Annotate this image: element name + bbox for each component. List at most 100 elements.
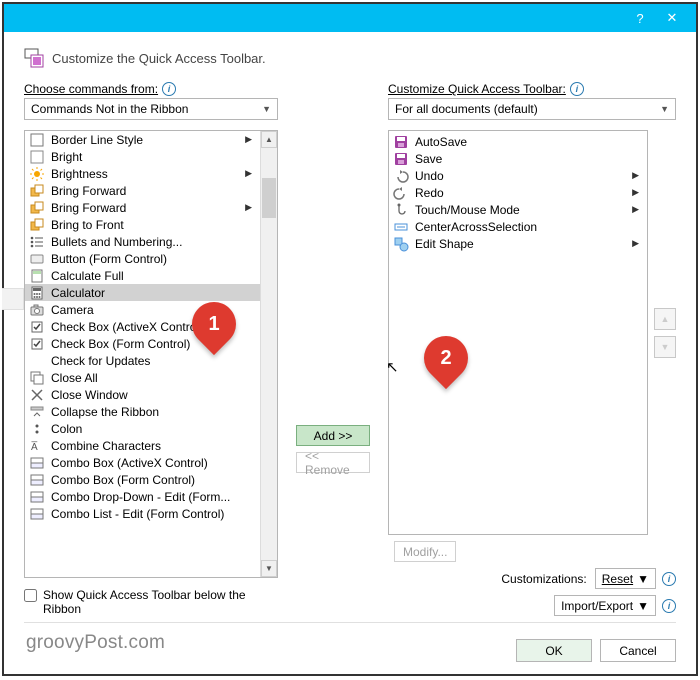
command-icon — [29, 268, 45, 284]
command-icon — [29, 404, 45, 420]
list-item[interactable]: Collapse the Ribbon — [25, 403, 260, 420]
svg-text:A̅: A̅ — [31, 441, 38, 453]
watermark: groovyPost.com — [26, 632, 165, 654]
show-below-checkbox-input[interactable] — [24, 589, 37, 602]
cancel-button[interactable]: Cancel — [600, 639, 676, 662]
info-icon[interactable]: i — [162, 82, 176, 96]
submenu-icon: ▶ — [632, 170, 643, 181]
command-icon — [393, 168, 409, 184]
list-item-label: Bright — [51, 150, 82, 164]
command-icon — [29, 370, 45, 386]
list-item-label: Close All — [51, 371, 98, 385]
scroll-down-icon[interactable]: ▼ — [261, 560, 277, 577]
list-item[interactable]: Brightness ▶ — [25, 165, 260, 182]
list-item-label: Redo — [415, 186, 444, 200]
command-icon — [29, 319, 45, 335]
command-icon — [29, 183, 45, 199]
command-icon — [29, 149, 45, 165]
list-item[interactable]: Combo Box (Form Control) — [25, 471, 260, 488]
cursor-icon: ↖ — [386, 358, 399, 376]
list-item[interactable]: AutoSave — [389, 133, 647, 150]
left-column: Choose commands from: i Commands Not in … — [24, 82, 278, 616]
list-item[interactable]: Bright — [25, 148, 260, 165]
info-icon[interactable]: i — [570, 82, 584, 96]
list-item[interactable]: Calculate Full — [25, 267, 260, 284]
commands-from-dropdown[interactable]: Commands Not in the Ribbon ▼ — [24, 98, 278, 120]
command-icon — [29, 506, 45, 522]
list-item[interactable]: Touch/Mouse Mode▶ — [389, 201, 647, 218]
reset-dropdown[interactable]: Reset ▼ — [595, 568, 656, 589]
list-item[interactable]: Combo Drop-Down - Edit (Form... — [25, 488, 260, 505]
list-item[interactable]: Save — [389, 150, 647, 167]
submenu-icon: ▶ — [245, 134, 256, 145]
list-item[interactable]: Check for Updates — [25, 352, 260, 369]
choose-commands-label: Choose commands from: — [24, 82, 158, 96]
command-icon — [29, 336, 45, 352]
list-item-label: Bring Forward — [51, 184, 126, 198]
submenu-icon: ▶ — [245, 168, 256, 179]
command-icon — [29, 489, 45, 505]
command-icon — [29, 132, 45, 148]
customize-qat-label: Customize Quick Access Toolbar: — [388, 82, 566, 96]
list-item[interactable]: Button (Form Control) — [25, 250, 260, 267]
commands-listbox[interactable]: Border Line Style▶ Bright Brightness ▶ Bring… — [24, 130, 278, 578]
chevron-down-icon: ▼ — [637, 572, 649, 586]
command-icon: A̅ — [29, 438, 45, 454]
list-item[interactable]: Edit Shape▶ — [389, 235, 647, 252]
dialog-header: Customize the Quick Access Toolbar. — [24, 48, 676, 68]
close-button[interactable]: ✕ — [656, 4, 688, 32]
list-item[interactable]: Combo List - Edit (Form Control) — [25, 505, 260, 522]
list-item[interactable]: Bullets and Numbering... — [25, 233, 260, 250]
scrollbar[interactable]: ▲ ▼ — [260, 131, 277, 577]
list-item[interactable]: Bring Forward — [25, 182, 260, 199]
add-button-label: Add >> — [314, 429, 353, 443]
titlebar: ? ✕ — [4, 4, 696, 32]
qat-icon — [24, 48, 44, 68]
list-item[interactable]: Colon — [25, 420, 260, 437]
command-icon — [29, 234, 45, 250]
move-up-button: ▲ — [654, 308, 676, 330]
command-icon — [29, 251, 45, 267]
scroll-up-icon[interactable]: ▲ — [261, 131, 277, 148]
dialog-body: Customize the Quick Access Toolbar. Choo… — [4, 32, 696, 674]
show-below-ribbon-checkbox[interactable]: Show Quick Access Toolbar below the Ribb… — [24, 588, 254, 616]
list-item-label: Combo Drop-Down - Edit (Form... — [51, 490, 230, 504]
add-button[interactable]: Add >> — [296, 425, 370, 446]
modify-label: Modify... — [403, 545, 447, 559]
import-export-dropdown[interactable]: Import/Export▼ — [554, 595, 656, 616]
list-item-label: Brightness — [51, 167, 108, 181]
command-icon — [29, 285, 45, 301]
command-icon — [393, 236, 409, 252]
list-item[interactable]: Calculator — [25, 284, 260, 301]
list-item[interactable]: Bring Forward▶ — [25, 199, 260, 216]
list-item[interactable]: Border Line Style▶ — [25, 131, 260, 148]
command-icon — [29, 166, 45, 182]
info-icon[interactable]: i — [662, 572, 676, 586]
list-item-label: Collapse the Ribbon — [51, 405, 159, 419]
qat-listbox[interactable]: AutoSaveSaveUndo▶Redo▶Touch/Mouse Mode▶C… — [388, 130, 648, 535]
qat-scope-dropdown[interactable]: For all documents (default) ▼ — [388, 98, 676, 120]
command-icon — [393, 134, 409, 150]
chevron-down-icon: ▼ — [637, 599, 649, 613]
list-item[interactable]: Combo Box (ActiveX Control) — [25, 454, 260, 471]
reset-label: Reset — [602, 572, 633, 586]
info-icon[interactable]: i — [662, 599, 676, 613]
list-item[interactable]: CenterAcrossSelection — [389, 218, 647, 235]
list-item-label: Touch/Mouse Mode — [415, 203, 520, 217]
list-item[interactable]: Redo▶ — [389, 184, 647, 201]
ok-button[interactable]: OK — [516, 639, 592, 662]
command-icon — [29, 200, 45, 216]
remove-button-label: << Remove — [305, 449, 361, 477]
help-button[interactable]: ? — [624, 4, 656, 32]
list-item[interactable]: Undo▶ — [389, 167, 647, 184]
list-item-label: Colon — [51, 422, 82, 436]
list-item[interactable]: Bring to Front — [25, 216, 260, 233]
list-item[interactable]: Close All — [25, 369, 260, 386]
scroll-thumb[interactable] — [262, 178, 276, 218]
show-below-label: Show Quick Access Toolbar below the Ribb… — [43, 588, 254, 616]
list-item[interactable]: Close Window — [25, 386, 260, 403]
list-item-label: Bring to Front — [51, 218, 124, 232]
list-item-label: Button (Form Control) — [51, 252, 167, 266]
list-item[interactable]: A̅Combine Characters — [25, 437, 260, 454]
submenu-icon: ▶ — [632, 238, 643, 249]
